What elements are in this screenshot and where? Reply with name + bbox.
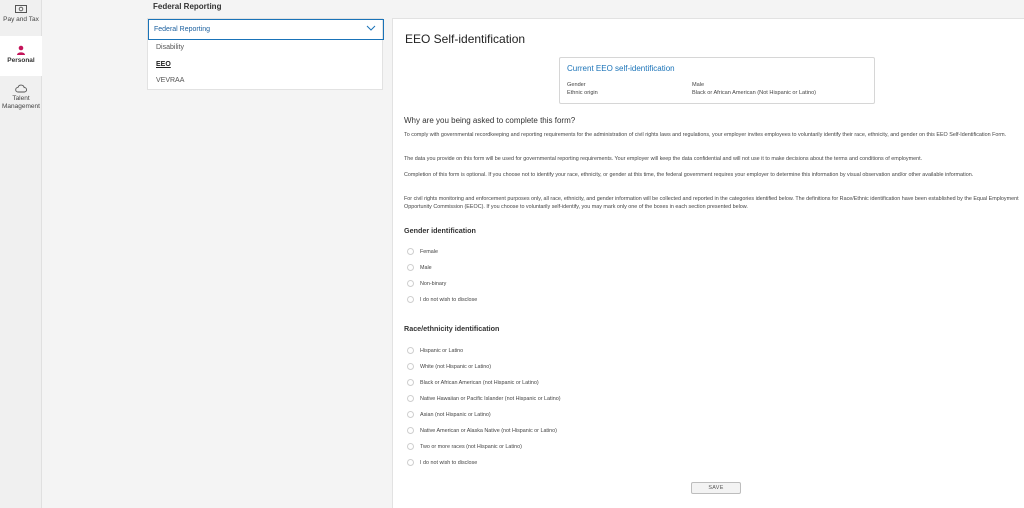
gender-section-title: Gender identification xyxy=(404,226,476,235)
radio-button[interactable] xyxy=(407,264,414,271)
federal-reporting-subnav: Federal Reporting Disability EEO VEVRAA xyxy=(147,18,384,90)
subnav-item-disability[interactable]: Disability xyxy=(156,44,184,51)
money-icon xyxy=(15,5,27,13)
chevron-down-icon xyxy=(366,25,376,31)
nav-item-pay-and-tax[interactable]: Pay and Tax xyxy=(0,0,42,34)
person-icon xyxy=(17,45,25,55)
paragraph-definitions: For civil rights monitoring and enforcem… xyxy=(404,196,1019,211)
federal-reporting-dropdown[interactable]: Federal Reporting xyxy=(148,19,384,40)
dropdown-selected-value: Federal Reporting xyxy=(154,26,211,33)
nav-item-personal[interactable]: Personal xyxy=(0,36,42,76)
radio-label: I do not wish to disclose xyxy=(420,460,478,466)
radio-button[interactable] xyxy=(407,347,414,354)
radio-label: Native American or Alaska Native (not Hi… xyxy=(420,428,557,434)
gender-value: Male xyxy=(692,82,705,88)
radio-button[interactable] xyxy=(407,427,414,434)
radio-label: Female xyxy=(420,249,438,255)
why-heading: Why are you being asked to complete this… xyxy=(404,116,576,125)
paragraph-purpose: To comply with governmental recordkeepin… xyxy=(404,132,1007,138)
eeo-form-card: EEO Self-identification Current EEO self… xyxy=(392,18,1024,508)
nav-item-label: Personal xyxy=(7,57,35,64)
section-title: Federal Reporting xyxy=(153,2,222,11)
radio-button[interactable] xyxy=(407,443,414,450)
radio-button[interactable] xyxy=(407,296,414,303)
radio-button[interactable] xyxy=(407,280,414,287)
radio-label: I do not wish to disclose xyxy=(420,297,478,303)
cloud-icon xyxy=(15,84,27,93)
radio-button[interactable] xyxy=(407,411,414,418)
race-section-title: Race/ethnicity identification xyxy=(404,324,500,333)
radio-label: White (not Hispanic or Latino) xyxy=(420,364,492,370)
paragraph-optional: Completion of this form is optional. If … xyxy=(404,172,974,178)
page-title: EEO Self-identification xyxy=(405,32,526,46)
subnav-item-vevraa[interactable]: VEVRAA xyxy=(156,77,184,84)
radio-label: Asian (not Hispanic or Latino) xyxy=(420,412,491,418)
ethnic-origin-label: Ethnic origin xyxy=(567,90,598,96)
app-root: Pay and Tax Personal Talent Management F… xyxy=(0,0,1024,508)
nav-item-label: Pay and Tax xyxy=(3,16,39,23)
radio-button[interactable] xyxy=(407,248,414,255)
paragraph-data-use: The data you provide on this form will b… xyxy=(404,156,923,162)
radio-button[interactable] xyxy=(407,363,414,370)
radio-label: Hispanic or Latino xyxy=(420,348,464,354)
save-button[interactable]: SAVE xyxy=(691,482,741,494)
left-navigation: Pay and Tax Personal Talent Management xyxy=(0,0,42,508)
nav-item-label: Talent Management xyxy=(2,95,40,110)
radio-button[interactable] xyxy=(407,459,414,466)
current-eeo-summary: Current EEO self-identification Gender M… xyxy=(559,57,875,104)
radio-label: Black or African American (not Hispanic … xyxy=(420,380,539,386)
radio-button[interactable] xyxy=(407,379,414,386)
radio-label: Non-binary xyxy=(420,281,447,287)
nav-item-talent-management[interactable]: Talent Management xyxy=(0,82,42,122)
radio-label: Male xyxy=(420,265,432,271)
subnav-item-eeo[interactable]: EEO xyxy=(156,61,171,68)
radio-label: Native Hawaiian or Pacific Islander (not… xyxy=(420,396,561,402)
radio-label: Two or more races (not Hispanic or Latin… xyxy=(420,444,522,450)
current-eeo-title: Current EEO self-identification xyxy=(567,64,675,73)
ethnic-origin-value: Black or African American (Not Hispanic … xyxy=(692,90,817,96)
radio-button[interactable] xyxy=(407,395,414,402)
gender-label: Gender xyxy=(567,82,586,88)
